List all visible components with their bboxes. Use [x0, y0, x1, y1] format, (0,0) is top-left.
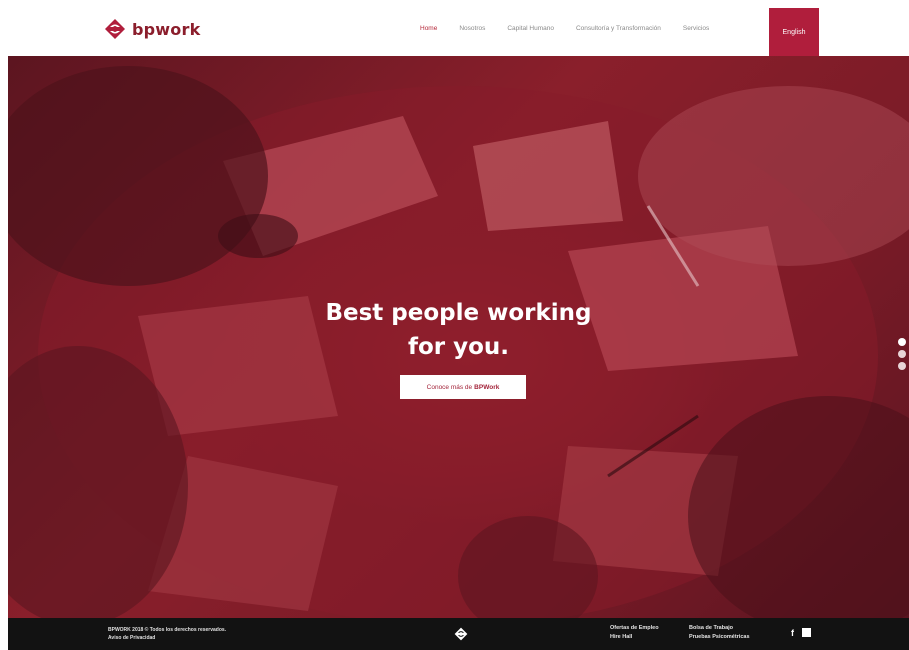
- slider-dot-3[interactable]: [898, 362, 906, 370]
- slider-dot-2[interactable]: [898, 350, 906, 358]
- learn-more-label: Conoce más de: [426, 383, 473, 391]
- footer-link-pruebas[interactable]: Pruebas Psicométricas: [689, 633, 750, 642]
- copyright-text: BPWORK 2018 © Todos los derechos reserva…: [108, 627, 227, 633]
- nav-item-servicios[interactable]: Servicios: [683, 25, 709, 32]
- nav-item-capital-humano[interactable]: Capital Humano: [507, 25, 554, 32]
- learn-more-button[interactable]: Conoce más de BPWork: [400, 375, 526, 399]
- footer-link-ofertas[interactable]: Ofertas de Empleo: [610, 624, 659, 633]
- nav-item-consultoria[interactable]: Consultoría y Transformación: [576, 25, 661, 32]
- social-links: f in: [791, 628, 811, 638]
- site-header: bpwork Home Nosotros Capital Humano Cons…: [0, 0, 909, 56]
- footer-link-hire-hall[interactable]: Hire Hall: [610, 633, 659, 642]
- nav-item-home[interactable]: Home: [420, 25, 437, 32]
- logo-text: bpwork: [132, 19, 201, 39]
- main-nav: Home Nosotros Capital Humano Consultoría…: [420, 0, 731, 56]
- hero-banner: Best people working for you. Conoce más …: [8, 56, 909, 618]
- linkedin-icon[interactable]: in: [802, 628, 811, 638]
- logo-mark-icon: [105, 19, 125, 39]
- footer-links-col-1: Ofertas de Empleo Hire Hall: [610, 624, 659, 642]
- footer-logo-icon[interactable]: [454, 627, 468, 641]
- hero-title-line-1: Best people working: [325, 300, 592, 326]
- nav-item-nosotros[interactable]: Nosotros: [459, 25, 485, 32]
- footer-links-col-2: Bolsa de Trabajo Pruebas Psicométricas: [689, 624, 750, 642]
- learn-more-brand: BPWork: [474, 383, 500, 391]
- privacy-link[interactable]: Aviso de Privacidad: [108, 634, 226, 642]
- hero-title: Best people working for you.: [8, 296, 909, 364]
- facebook-icon[interactable]: f: [791, 628, 794, 638]
- slider-dot-1[interactable]: [898, 338, 906, 346]
- logo[interactable]: bpwork: [104, 18, 200, 40]
- site-footer: BPWORK 2018 © Todos los derechos reserva…: [8, 618, 909, 650]
- slider-dots: [898, 338, 906, 370]
- footer-link-bolsa[interactable]: Bolsa de Trabajo: [689, 624, 750, 633]
- footer-copyright: BPWORK 2018 © Todos los derechos reserva…: [108, 626, 226, 642]
- hero-title-line-2: for you.: [407, 334, 510, 360]
- language-button[interactable]: English: [769, 8, 819, 56]
